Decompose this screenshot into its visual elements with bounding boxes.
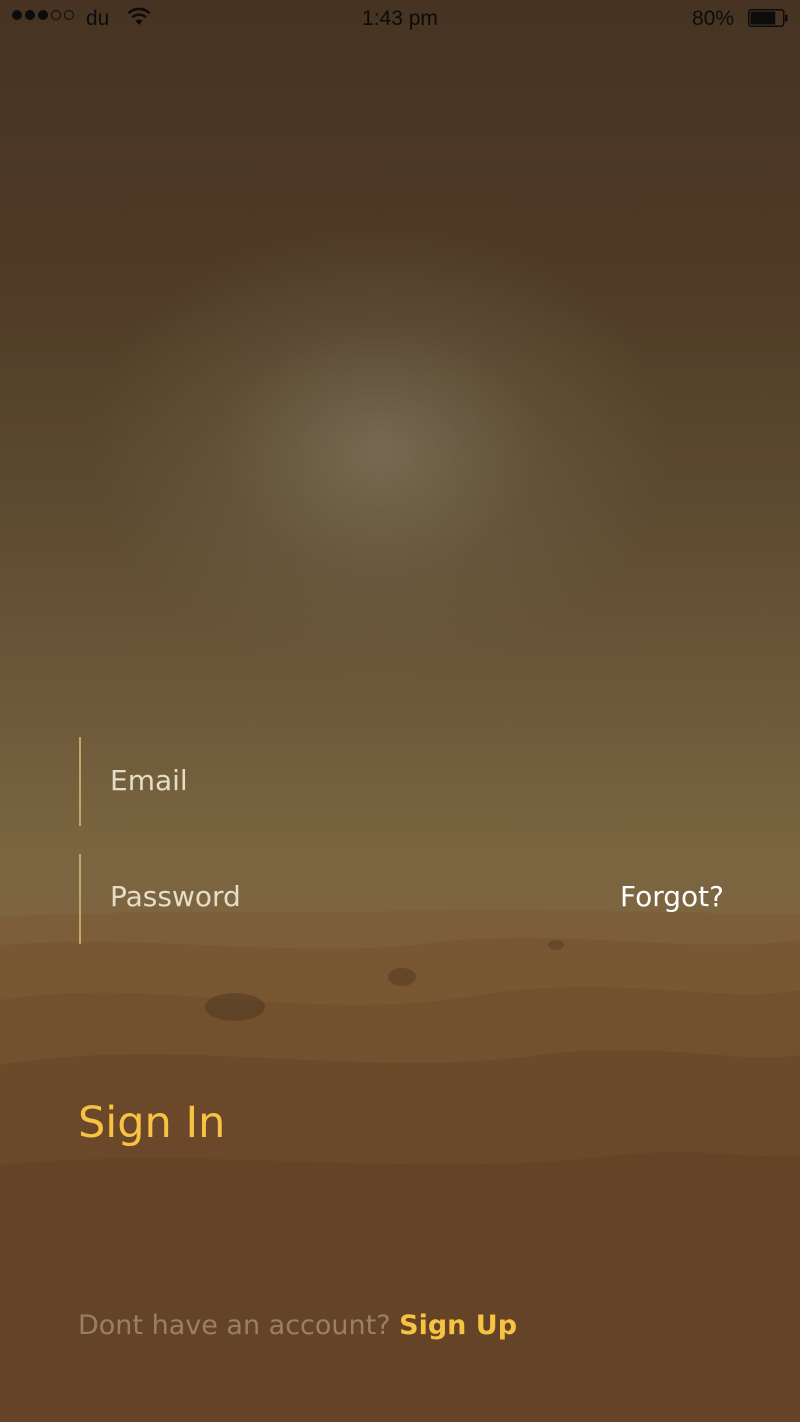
battery-icon <box>748 9 788 27</box>
forgot-password-link[interactable]: Forgot? <box>620 880 724 913</box>
signup-row: Dont have an account? Sign Up <box>78 1310 517 1341</box>
email-placeholder: Email <box>110 764 188 797</box>
status-time: 1:43 pm <box>362 7 438 30</box>
sign-in-button[interactable]: Sign In <box>78 1098 225 1148</box>
password-placeholder: Password <box>110 880 241 913</box>
desert-dunes-background <box>0 909 800 1422</box>
login-screen: du 1:43 pm 80% Email Password Forgot? Si… <box>0 0 800 1422</box>
battery-percent: 80% <box>691 7 734 30</box>
email-field[interactable]: Email <box>79 737 729 826</box>
signup-prompt: Dont have an account? <box>78 1310 391 1341</box>
sign-up-link[interactable]: Sign Up <box>399 1310 517 1341</box>
status-bar: du 1:43 pm 80% <box>0 0 800 36</box>
